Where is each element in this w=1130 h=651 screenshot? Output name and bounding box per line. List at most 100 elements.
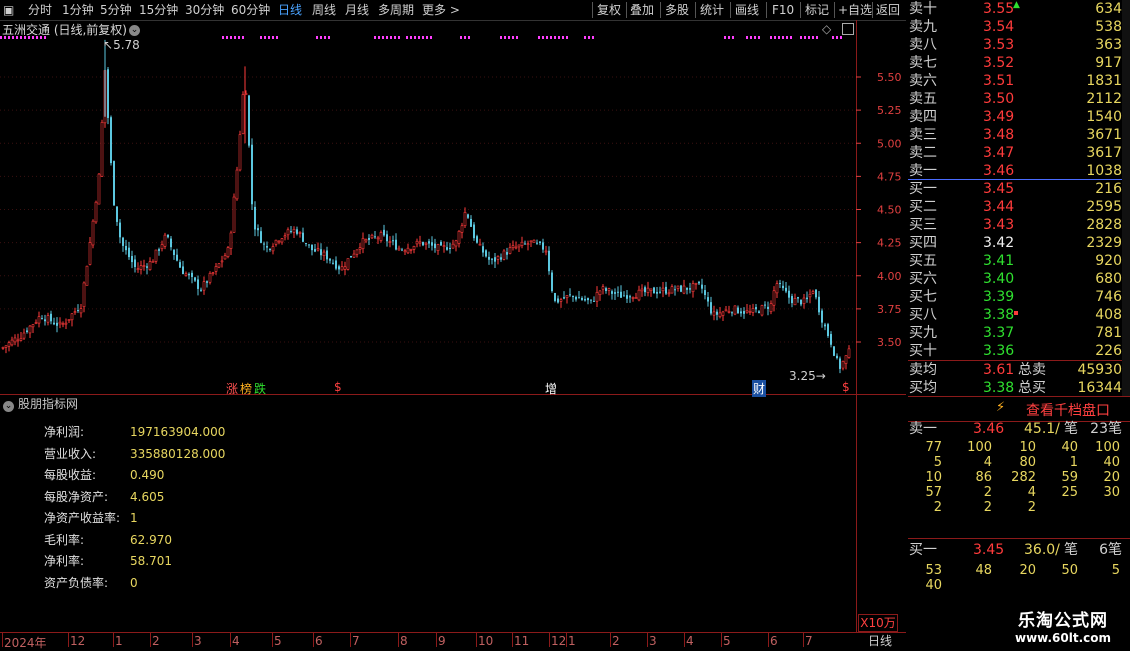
sell-row[interactable]: 卖五 3.50 2112	[908, 90, 1122, 108]
candle-body	[569, 294, 571, 296]
candle-body	[70, 313, 74, 321]
buy-row[interactable]: 买四 3.42 2329	[908, 234, 1122, 252]
y-tick-label: 5.50	[877, 71, 902, 84]
sell-row[interactable]: 卖三 3.48 3671	[908, 126, 1122, 144]
signal-dot	[32, 36, 34, 39]
x-tick-label: 12	[70, 634, 86, 648]
depth-order-volume: 30	[1103, 485, 1120, 500]
candle-body	[379, 232, 383, 241]
signal-dot	[816, 36, 818, 39]
sell-volume: 1038	[1086, 163, 1122, 179]
candle-body	[449, 247, 451, 249]
sell-row[interactable]: 卖八 3.53 363	[908, 36, 1122, 54]
candle-body	[617, 291, 619, 293]
indicator-value: 335880128.000	[130, 446, 226, 461]
candle-body	[28, 325, 32, 334]
candle-body	[412, 246, 416, 250]
buy-row[interactable]: 买三 3.43 2828	[908, 216, 1122, 234]
sell-row[interactable]: 卖一 3.46 1038	[908, 162, 1122, 180]
candle-body	[694, 282, 698, 285]
signal-dot	[410, 36, 412, 39]
buy-row[interactable]: 买一 3.45 216	[908, 180, 1122, 198]
marker-bang[interactable]: 榜	[240, 380, 252, 397]
chevron-down-icon[interactable]: ⌄	[3, 401, 14, 412]
depth-order-volume: 48	[975, 563, 992, 578]
candle-body	[841, 360, 845, 369]
buy-level-name: 买八	[909, 307, 937, 323]
depth-count: 23笔	[1090, 421, 1122, 437]
sell-row[interactable]: 卖二 3.47 3617	[908, 144, 1122, 162]
candle-body	[383, 229, 385, 236]
buy-row[interactable]: 买八 3.38 408	[908, 306, 1122, 324]
candle-body	[194, 277, 196, 281]
candle-body	[529, 240, 533, 243]
buy-row[interactable]: 买二 3.44 2595	[908, 198, 1122, 216]
candle-body	[476, 236, 478, 243]
candle-body	[478, 243, 482, 246]
candle-body	[77, 310, 79, 312]
depth-order-volume: 10	[925, 470, 942, 485]
depth-order-volume: 40	[925, 578, 942, 593]
indicator-header[interactable]: ⌄ 股朋指标网	[0, 396, 856, 412]
buy-price: 3.45	[983, 181, 1015, 197]
buy-row[interactable]: 买五 3.41 920	[908, 252, 1122, 270]
candle-body	[223, 255, 227, 260]
depth-order-volume: 10	[1019, 440, 1036, 455]
depth-order-volume: 40	[1061, 440, 1078, 455]
candle-body	[13, 337, 17, 343]
signal-dot	[778, 36, 780, 39]
depth-order-volume: 2	[933, 500, 942, 515]
buy-row[interactable]: 买六 3.40 680	[908, 270, 1122, 288]
candle-body	[634, 297, 638, 299]
marker-cai[interactable]: 财	[752, 380, 767, 397]
signal-dot	[584, 36, 586, 39]
marker-zhang[interactable]: 涨	[226, 380, 238, 397]
candle-body	[775, 283, 779, 294]
sell-row[interactable]: 卖七 3.52 917	[908, 54, 1122, 72]
candle-body	[403, 250, 407, 253]
order-book: 卖十 3.55 634 卖九 3.54 538 卖八 3.53 363 卖七 3.52 917 卖六 3.…	[908, 0, 1130, 396]
candle-body	[235, 169, 239, 200]
candle-body	[821, 310, 823, 323]
candle-body	[532, 239, 536, 243]
indicator-row: 营业收入: 335880128.000	[44, 446, 225, 462]
marker-dollar-1[interactable]: $	[334, 380, 342, 394]
candle-body	[467, 214, 469, 218]
signal-dot	[406, 36, 408, 39]
buy-row[interactable]: 买九 3.37 781	[908, 324, 1122, 342]
y-tick-label: 5.00	[877, 137, 902, 150]
signal-dot	[468, 36, 470, 39]
depth-button[interactable]: ⚡ 查看千档盘口	[908, 396, 1130, 422]
sell-row[interactable]: 卖六 3.51 1831	[908, 72, 1122, 90]
sell-level-name: 卖六	[909, 73, 937, 89]
buy-price: 3.36	[983, 343, 1015, 359]
candle-body	[97, 173, 101, 205]
candle-body	[346, 258, 350, 270]
candle-body	[710, 302, 712, 314]
sell-row[interactable]: 卖四 3.49 1540	[908, 108, 1122, 126]
up-arrow-icon: ▲	[1013, 0, 1020, 10]
sell-price: 3.55	[983, 1, 1015, 17]
candle-body	[517, 244, 521, 248]
candle-body	[277, 240, 281, 243]
buy-row[interactable]: 买七 3.39 746	[908, 288, 1122, 306]
buy-level-name: 买五	[909, 253, 937, 269]
depth-order-volume: 2	[983, 500, 992, 515]
high-price-value: 5.78	[113, 38, 140, 52]
signal-dot	[28, 36, 30, 39]
sell-row[interactable]: 卖九 3.54 538	[908, 18, 1122, 36]
candle-body	[283, 235, 287, 238]
signal-dot	[550, 36, 552, 39]
marker-zeng[interactable]: 增	[545, 380, 557, 397]
candle-body	[436, 244, 440, 252]
candle-body	[142, 265, 146, 267]
buy-row[interactable]: 买十 3.36 226	[908, 342, 1122, 360]
candle-body	[460, 225, 464, 233]
candle-body	[701, 284, 703, 289]
sell-price: 3.49	[983, 109, 1015, 125]
signal-dot	[272, 36, 274, 39]
candle-body	[745, 310, 749, 313]
candle-body	[182, 266, 184, 275]
marker-die[interactable]: 跌	[254, 380, 266, 397]
marker-dollar-2[interactable]: $	[842, 380, 850, 394]
